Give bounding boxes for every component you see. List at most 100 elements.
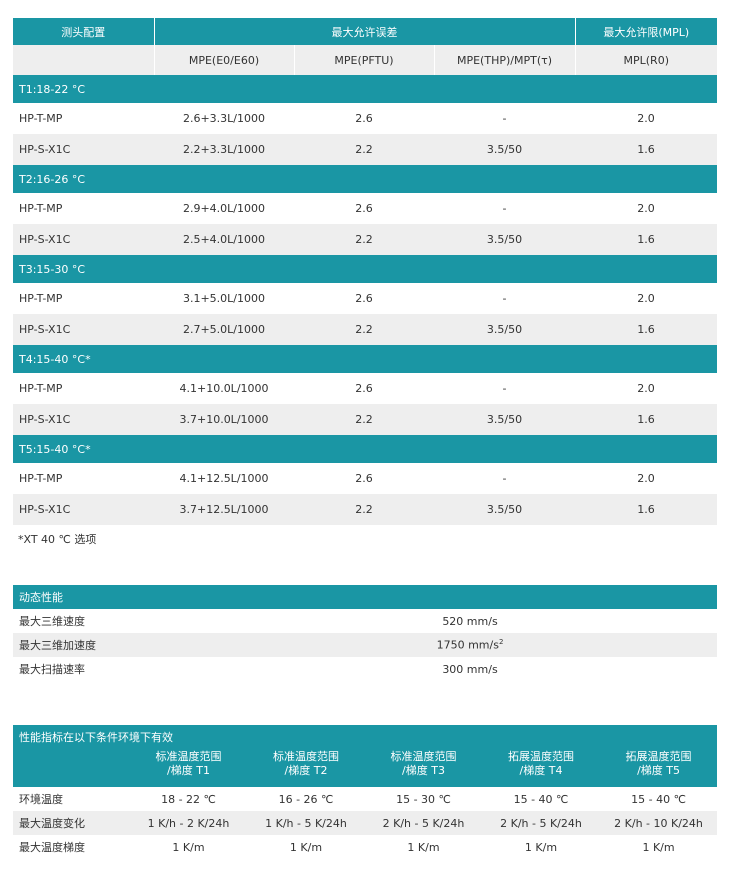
dynamic-title: 动态性能 xyxy=(19,591,63,604)
table-row: 最大三维速度 520 mm/s xyxy=(13,609,717,633)
column-header-line2: /梯度 T5 xyxy=(637,764,680,777)
value-cell: 2.9+4.0L/1000 xyxy=(182,202,266,215)
condition-value: 1 K/m xyxy=(642,840,675,854)
dynamic-header-row: 动态性能 xyxy=(13,585,717,609)
condition-label: 环境温度 xyxy=(19,793,63,806)
value-cell: 2.6 xyxy=(355,112,373,125)
subheader-mpe-thp: MPE(THP)/MPT(τ) xyxy=(434,45,576,75)
value-cell: 1.6 xyxy=(575,314,718,345)
condition-value: 1 K/m xyxy=(172,840,205,854)
metric-value-cell: 300 mm/s xyxy=(223,657,717,681)
metric-value: 300 mm/s xyxy=(442,662,498,676)
table-row: HP-S-X1C 3.7+10.0L/1000 2.2 3.5/50 1.6 xyxy=(13,404,718,435)
conditions-header-row: 性能指标在以下条件环境下有效 xyxy=(13,725,718,749)
probe-name-cell: HP-T-MP xyxy=(19,202,63,215)
probe-name-cell: HP-T-MP xyxy=(19,112,63,125)
value-cell: 1.6 xyxy=(575,494,718,525)
subheader-mpe-pftu: MPE(PFTU) xyxy=(294,45,435,75)
metric-value: 520 mm/s xyxy=(442,614,498,628)
condition-column-header: 拓展温度范围/梯度 T5 xyxy=(600,749,717,787)
value-cell: 2.0 xyxy=(637,292,655,305)
column-header-line1: 标准温度范围 xyxy=(273,750,339,763)
probe-name-cell: HP-T-MP xyxy=(19,382,63,395)
table-row: 环境温度 18 - 22 ℃ 16 - 26 ℃ 15 - 30 ℃ 15 - 40 ℃… xyxy=(13,787,717,811)
condition-label: 最大温度变化 xyxy=(13,811,130,835)
group-header-row: T2:16-26 °C xyxy=(13,165,718,193)
probe-name-cell: HP-S-X1C xyxy=(13,494,154,525)
condition-label: 最大温度梯度 xyxy=(19,841,85,854)
metric-label: 最大扫描速率 xyxy=(19,663,85,676)
column-header-line1: 拓展温度范围 xyxy=(625,750,692,763)
value-cell: 3.1+5.0L/1000 xyxy=(182,292,266,305)
group-header-row: T4:15-40 °C* xyxy=(13,345,718,373)
value-cell: - xyxy=(502,202,507,215)
table-row: 最大温度梯度 1 K/m 1 K/m 1 K/m 1 K/m 1 K/m xyxy=(13,835,717,859)
value-cell: 2.2+3.3L/1000 xyxy=(154,134,294,165)
condition-value: 16 - 26 ℃ xyxy=(278,792,334,806)
value-cell: 2.2 xyxy=(294,134,434,165)
value-cell: 3.7+12.5L/1000 xyxy=(154,494,294,525)
column-header-line2: /梯度 T4 xyxy=(519,764,563,777)
conditions-title: 性能指标在以下条件环境下有效 xyxy=(19,731,173,744)
table-row: HP-T-MP 2.6+3.3L/1000 2.6 - 2.0 xyxy=(13,103,717,134)
group-label: T3:15-30 °C xyxy=(19,262,86,276)
probe-config-header: 测头配置 xyxy=(13,18,155,45)
metric-value: 1750 mm/s xyxy=(436,638,499,652)
value-cell: - xyxy=(502,292,507,305)
value-cell: 2.0 xyxy=(637,112,655,125)
column-header-line2: /梯度 T2 xyxy=(284,764,328,777)
condition-value: 1 K/m xyxy=(524,840,558,854)
condition-value: 2 K/h - 5 K/24h xyxy=(482,811,600,835)
value-cell: 2.6+3.3L/1000 xyxy=(182,112,266,125)
value-cell: 2.2 xyxy=(294,404,434,435)
table-row: HP-S-X1C 2.2+3.3L/1000 2.2 3.5/50 1.6 xyxy=(13,134,718,165)
value-cell: 2.6 xyxy=(355,472,373,485)
max-error-header: 最大允许误差 xyxy=(154,18,576,45)
accuracy-subheader-row: MPE(E0/E60) MPE(PFTU) MPE(THP)/MPT(τ) MP… xyxy=(13,45,718,75)
condition-value: 1 K/m xyxy=(289,840,323,854)
value-cell: 2.0 xyxy=(637,472,655,485)
condition-value: 1 K/h - 2 K/24h xyxy=(130,811,247,835)
value-cell: 3.5/50 xyxy=(434,494,576,525)
condition-value: 1 K/m xyxy=(407,840,440,854)
value-cell: 1.6 xyxy=(575,404,718,435)
column-header-line2: /梯度 T3 xyxy=(402,764,445,777)
column-header-line1: 标准温度范围 xyxy=(155,750,222,763)
column-header-line1: 拓展温度范围 xyxy=(508,750,574,763)
column-header-line2: /梯度 T1 xyxy=(167,764,210,777)
max-limit-header: 最大允许限(MPL) xyxy=(603,25,690,39)
group-label: T2:16-26 °C xyxy=(19,172,86,186)
value-cell: 2.6 xyxy=(355,202,373,215)
subheader-mpl-r0: MPL(R0) xyxy=(575,45,718,75)
group-label: T4:15-40 °C* xyxy=(19,352,91,366)
probe-name-cell: HP-S-X1C xyxy=(13,224,154,255)
value-cell: 2.7+5.0L/1000 xyxy=(154,314,294,345)
accuracy-table: 测头配置 最大允许误差 最大允许限(MPL) MPE(E0/E60) MPE(P… xyxy=(13,18,718,525)
table-row: 最大扫描速率 300 mm/s xyxy=(13,657,717,681)
probe-name-cell: HP-S-X1C xyxy=(13,134,154,165)
condition-value: 2 K/h - 5 K/24h xyxy=(365,811,482,835)
value-cell: 1.6 xyxy=(575,134,718,165)
condition-column-header: 标准温度范围/梯度 T3 xyxy=(365,749,482,787)
value-cell: 3.5/50 xyxy=(434,314,576,345)
value-cell: - xyxy=(502,382,507,395)
probe-name-cell: HP-T-MP xyxy=(19,292,63,305)
table-row: HP-T-MP 4.1+12.5L/1000 2.6 - 2.0 xyxy=(13,463,717,494)
dynamic-performance-table: 动态性能 最大三维速度 520 mm/s 最大三维加速度 1750 mm/s2 最大扫描… xyxy=(13,585,717,681)
conditions-table: 性能指标在以下条件环境下有效 标准温度范围/梯度 T1 标准温度范围/梯度 T2 标… xyxy=(13,725,718,859)
value-cell: 2.0 xyxy=(637,202,655,215)
value-cell: - xyxy=(502,472,507,485)
value-cell: 3.5/50 xyxy=(434,404,576,435)
condition-value: 1 K/h - 5 K/24h xyxy=(247,811,365,835)
subheader-mpe-e0: MPE(E0/E60) xyxy=(154,45,295,75)
table-row: HP-T-MP 4.1+10.0L/1000 2.6 - 2.0 xyxy=(13,373,717,404)
condition-value: 2 K/h - 10 K/24h xyxy=(600,811,718,835)
metric-superscript: 2 xyxy=(498,638,504,647)
metric-label: 最大三维加速度 xyxy=(13,633,223,657)
value-cell: 3.5/50 xyxy=(434,224,576,255)
conditions-subheader-row: 标准温度范围/梯度 T1 标准温度范围/梯度 T2 标准温度范围/梯度 T3 拓展温度… xyxy=(13,749,718,787)
condition-column-header: 拓展温度范围/梯度 T4 xyxy=(482,749,600,787)
table-row: HP-T-MP 2.9+4.0L/1000 2.6 - 2.0 xyxy=(13,193,717,224)
group-label: T1:18-22 °C xyxy=(19,82,86,96)
group-header-row: T5:15-40 °C* xyxy=(13,435,718,463)
